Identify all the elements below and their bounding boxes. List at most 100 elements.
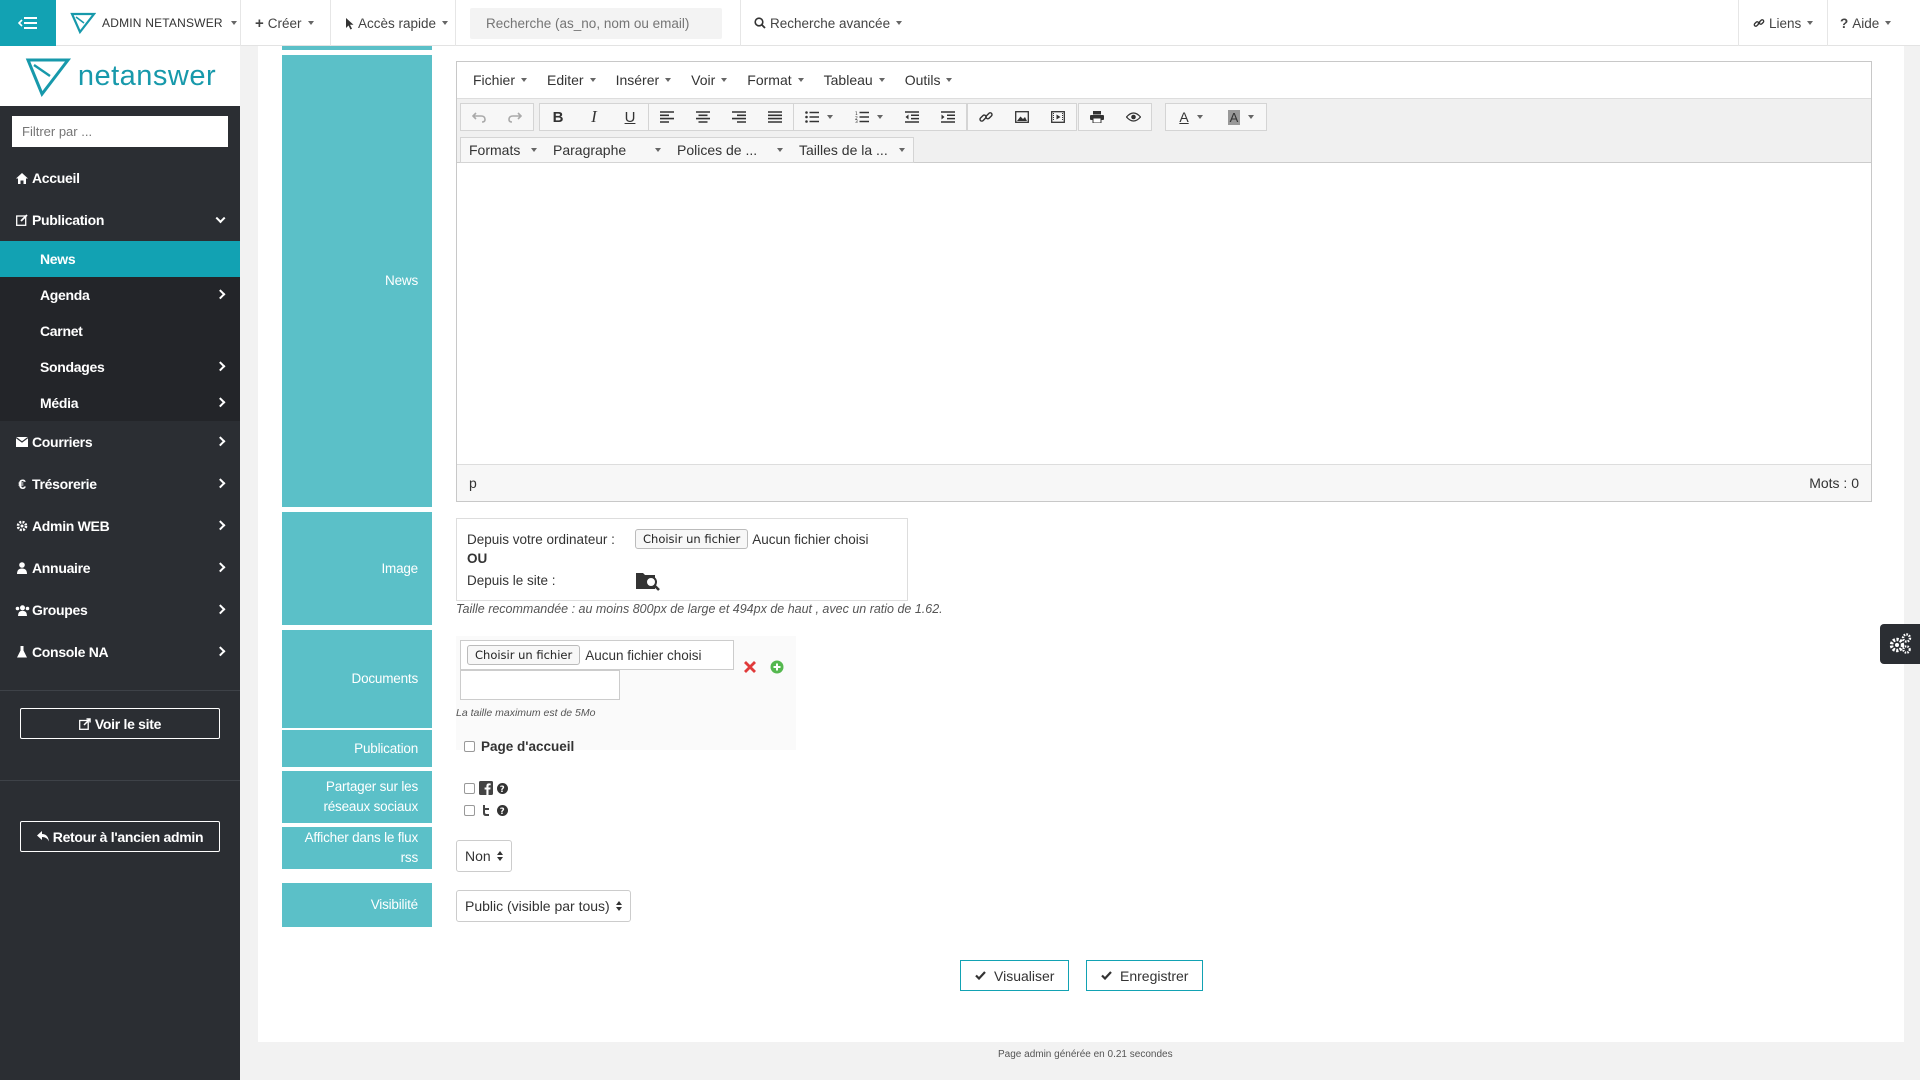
underline-icon[interactable]: U xyxy=(612,104,648,130)
chevron-down-icon xyxy=(721,78,728,82)
paragraph-dropdown[interactable]: Paragraphe xyxy=(545,138,669,162)
formats-dropdown[interactable]: Formats xyxy=(461,138,545,162)
sidebar-logo[interactable]: netanswer xyxy=(0,46,240,106)
help-icon[interactable]: ? xyxy=(497,782,508,794)
align-justify-icon[interactable] xyxy=(757,104,793,130)
sidebar-item-accueil[interactable]: Accueil xyxy=(0,160,240,196)
align-left-icon[interactable] xyxy=(649,104,685,130)
preview-button[interactable]: Visualiser xyxy=(960,960,1070,991)
help-icon[interactable]: ? xyxy=(497,804,508,816)
share-twitter-checkbox[interactable] xyxy=(464,804,475,816)
undo-icon[interactable] xyxy=(461,104,497,130)
bullet-list-icon[interactable] xyxy=(794,104,844,130)
sidebar-item-label: Admin WEB xyxy=(32,518,110,534)
home-page-checkbox[interactable] xyxy=(464,741,475,752)
sidebar-item-console-na[interactable]: Console NA xyxy=(0,634,240,670)
form-label-text: Partager sur les réseaux sociaux xyxy=(323,779,418,814)
advanced-search-menu[interactable]: Recherche avancée xyxy=(754,0,903,46)
from-site-label: Depuis le site : xyxy=(467,572,556,588)
document-title-input[interactable] xyxy=(460,670,620,700)
sidebar-subitem-media[interactable]: Média xyxy=(0,385,240,421)
sidebar: netanswer Accueil Publication News Agend… xyxy=(0,46,240,1080)
preview-icon[interactable] xyxy=(1115,104,1151,130)
menu-label: Format xyxy=(747,72,792,88)
numbered-list-icon[interactable]: 123 xyxy=(844,104,894,130)
form-label-share: Partager sur les réseaux sociaux xyxy=(282,771,432,823)
settings-panel-toggle[interactable] xyxy=(1880,624,1920,664)
text-color-icon[interactable]: A xyxy=(1166,104,1216,130)
sidebar-filter-input[interactable] xyxy=(12,116,228,147)
align-center-icon[interactable] xyxy=(685,104,721,130)
sidebar-toggle-button[interactable] xyxy=(0,0,56,46)
back-old-admin-button[interactable]: Retour à l'ancien admin xyxy=(20,821,220,852)
links-menu[interactable]: Liens xyxy=(1753,0,1814,46)
sidebar-item-admin-web[interactable]: Admin WEB xyxy=(0,508,240,544)
sidebar-item-label: Groupes xyxy=(32,602,88,618)
chevron-down-icon xyxy=(1807,21,1814,25)
news-form-panel: News Fichier Editer Insérer Voir Format … xyxy=(258,46,1904,1042)
search-input[interactable] xyxy=(470,8,722,39)
media-icon[interactable] xyxy=(1040,104,1076,130)
editor-element-path[interactable]: p xyxy=(469,475,477,491)
sidebar-item-publication[interactable]: Publication xyxy=(0,202,240,238)
editor-menu-editer[interactable]: Editer xyxy=(537,72,606,88)
redo-icon[interactable] xyxy=(497,104,533,130)
visibility-select[interactable]: Public (visible par tous) xyxy=(456,890,631,922)
editor-content-area[interactable] xyxy=(457,163,1871,465)
save-button[interactable]: Enregistrer xyxy=(1086,960,1204,991)
image-choose-file-button[interactable]: Choisir un fichier xyxy=(635,529,749,549)
link-icon[interactable] xyxy=(968,104,1004,130)
create-menu[interactable]: + Créer xyxy=(255,0,314,46)
help-menu[interactable]: ? Aide xyxy=(1840,0,1892,46)
view-site-button[interactable]: Voir le site xyxy=(20,708,220,739)
editor-menu-voir[interactable]: Voir xyxy=(681,72,737,88)
chevron-down-icon xyxy=(827,115,833,119)
sidebar-subitem-carnet[interactable]: Carnet xyxy=(0,313,240,349)
editor-menu-tableau[interactable]: Tableau xyxy=(814,72,895,88)
editor-menu-inserer[interactable]: Insérer xyxy=(606,72,682,88)
gears-icon xyxy=(1889,633,1912,654)
remove-document-icon[interactable] xyxy=(743,660,757,674)
italic-icon[interactable]: I xyxy=(576,104,612,130)
form-label-text: Visibilité xyxy=(370,897,418,912)
app-brand[interactable]: ADMIN NETANSWER xyxy=(70,0,237,46)
sidebar-subitem-agenda[interactable]: Agenda xyxy=(0,277,240,313)
quick-access-menu[interactable]: Accès rapide xyxy=(345,0,449,46)
document-no-file-text: Aucun fichier choisi xyxy=(585,647,702,663)
euro-icon: € xyxy=(18,476,26,492)
font-family-dropdown[interactable]: Polices de ... xyxy=(669,138,791,162)
indent-icon[interactable] xyxy=(930,104,966,130)
editor-toolbar: B I U 123 A A Formats Paragraphe Polices… xyxy=(457,98,1871,163)
document-choose-file-button[interactable]: Choisir un fichier xyxy=(467,645,581,665)
editor-menu-outils[interactable]: Outils xyxy=(895,72,963,88)
form-label-rss: Afficher dans le flux rss xyxy=(282,827,432,869)
sidebar-subitem-sondages[interactable]: Sondages xyxy=(0,349,240,385)
image-no-file-text: Aucun fichier choisi xyxy=(752,531,869,547)
print-icon[interactable] xyxy=(1079,104,1115,130)
facebook-icon xyxy=(479,781,493,795)
bold-icon[interactable]: B xyxy=(540,104,576,130)
sidebar-item-courriers[interactable]: Courriers xyxy=(0,424,240,460)
align-right-icon[interactable] xyxy=(721,104,757,130)
sidebar-item-tresorerie[interactable]: € Trésorerie xyxy=(0,466,240,502)
outdent-icon[interactable] xyxy=(894,104,930,130)
sidebar-item-groupes[interactable]: Groupes xyxy=(0,592,240,628)
background-color-icon[interactable]: A xyxy=(1216,104,1266,130)
image-icon[interactable] xyxy=(1004,104,1040,130)
sidebar-item-annuaire[interactable]: Annuaire xyxy=(0,550,240,586)
chevron-down-icon xyxy=(946,78,953,82)
select-arrows-icon xyxy=(496,851,503,861)
editor-menu-fichier[interactable]: Fichier xyxy=(463,72,537,88)
sidebar-subitem-news[interactable]: News xyxy=(0,241,240,277)
font-size-dropdown[interactable]: Tailles de la ... xyxy=(791,138,913,162)
chevron-down-icon xyxy=(877,115,883,119)
share-facebook-checkbox[interactable] xyxy=(464,782,475,794)
editor-menu-format[interactable]: Format xyxy=(737,72,813,88)
rss-select[interactable]: Non xyxy=(456,840,512,872)
form-label-text: Publication xyxy=(354,740,418,756)
add-document-icon[interactable] xyxy=(770,660,784,674)
browse-site-icon[interactable] xyxy=(635,569,661,591)
sidebar-item-label: Publication xyxy=(32,212,105,228)
sidebar-subitem-label: News xyxy=(40,251,76,267)
menu-label: Outils xyxy=(904,72,941,88)
